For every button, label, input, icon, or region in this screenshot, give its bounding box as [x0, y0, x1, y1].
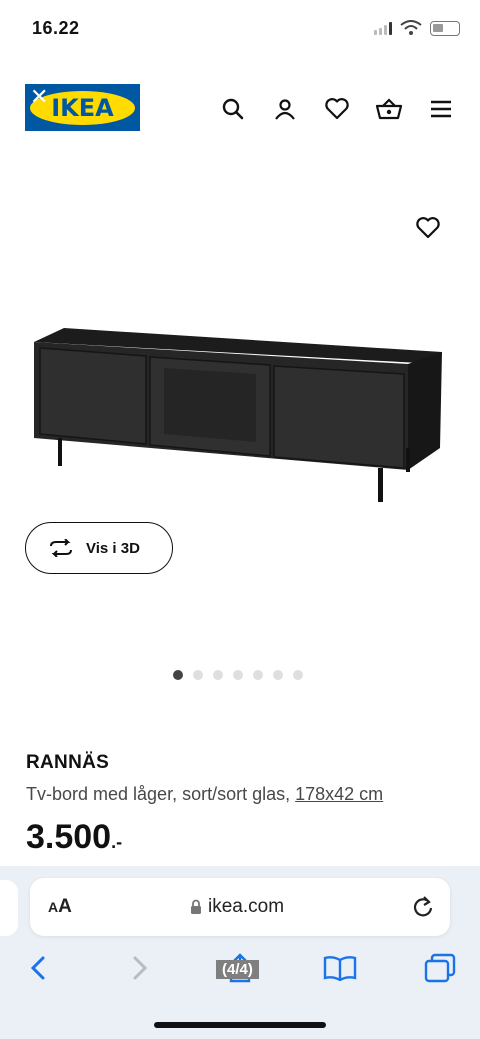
previous-tab-preview[interactable] — [0, 880, 18, 936]
close-icon[interactable]: ✕ — [30, 84, 48, 110]
page-counter: (4/4) — [216, 960, 259, 979]
header-icons — [218, 94, 456, 124]
view-3d-label: Vis i 3D — [86, 539, 140, 557]
product-description-text: Tv-bord med låger, sort/sort glas, — [26, 784, 291, 804]
address-bar[interactable]: AA ikea.com — [30, 878, 450, 936]
signal-icon — [374, 21, 392, 35]
logo-text: IKEA — [51, 93, 114, 122]
status-bar: 16.22 — [0, 0, 480, 58]
heart-outline-icon — [416, 217, 440, 239]
forward-button[interactable] — [120, 948, 160, 988]
user-icon[interactable] — [270, 94, 300, 124]
chevron-right-icon — [133, 956, 148, 980]
carousel-dot[interactable] — [253, 670, 263, 680]
product-name: RANNÄS — [26, 752, 110, 773]
carousel-dot[interactable] — [233, 670, 243, 680]
rotate-3d-icon — [50, 539, 72, 557]
product-image[interactable] — [28, 320, 448, 510]
status-icons — [374, 20, 460, 36]
carousel-dot[interactable] — [193, 670, 203, 680]
browser-bar: AA ikea.com (4/4) — [0, 866, 480, 1039]
carousel-dot[interactable] — [213, 670, 223, 680]
home-indicator — [154, 1022, 326, 1028]
url-display[interactable]: ikea.com — [190, 896, 284, 918]
tabs-icon — [424, 953, 456, 983]
reader-settings-button[interactable]: AA — [48, 896, 72, 918]
reload-icon[interactable] — [412, 894, 434, 923]
price-value: 3.500 — [26, 818, 112, 856]
chevron-left-icon — [30, 956, 45, 980]
carousel-dots — [173, 670, 303, 680]
book-icon — [323, 956, 357, 981]
carousel-dot[interactable] — [173, 670, 183, 680]
battery-icon — [430, 20, 460, 36]
price-suffix: .- — [111, 832, 123, 852]
wifi-icon — [400, 20, 422, 35]
carousel-dot[interactable] — [273, 670, 283, 680]
menu-icon[interactable] — [426, 94, 456, 124]
carousel-dot[interactable] — [293, 670, 303, 680]
url-text: ikea.com — [208, 896, 285, 917]
search-icon[interactable] — [218, 94, 248, 124]
back-button[interactable] — [18, 948, 58, 988]
tabs-button[interactable] — [420, 948, 460, 988]
product-price: 3.500.- — [26, 818, 122, 857]
site-header: IKEA ✕ — [0, 80, 480, 136]
view-3d-button[interactable]: Vis i 3D — [25, 522, 173, 574]
favourite-button[interactable] — [412, 212, 444, 244]
product-description: Tv-bord med låger, sort/sort glas, 178x4… — [26, 784, 383, 805]
basket-icon[interactable] — [374, 94, 404, 124]
lock-icon — [191, 899, 201, 914]
status-time: 16.22 — [32, 18, 80, 38]
product-dimensions-link[interactable]: 178x42 cm — [295, 784, 383, 804]
bookmarks-button[interactable] — [320, 948, 360, 988]
heart-icon[interactable] — [322, 94, 352, 124]
